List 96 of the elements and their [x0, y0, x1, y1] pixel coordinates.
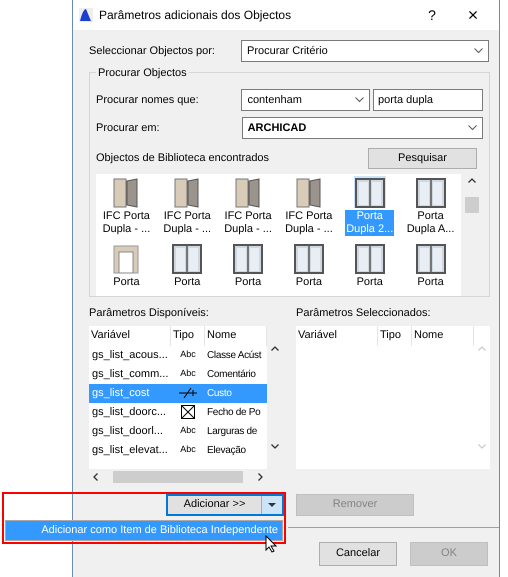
door-frame-icon [113, 244, 140, 274]
variable-cell-text: gs_list_cost [91, 386, 150, 401]
table-row[interactable]: gs_list_doorl... Abc Larguras de [89, 422, 267, 440]
section-label: Parâmetros Disponíveis: [89, 306, 210, 321]
field-label: Procurar nomes que: [96, 92, 200, 108]
object-label: IFC Porta Dupla - ... [102, 210, 152, 236]
object-label: IFC Porta Dupla - ... [284, 210, 334, 236]
scroll-left-icon [93, 473, 98, 481]
library-object[interactable]: IFC Porta Dupla - ... [96, 176, 157, 242]
help-button[interactable]: ? [417, 4, 447, 26]
library-object[interactable]: IFC Porta Dupla - ... [156, 176, 218, 242]
scroll-thumb[interactable] [465, 197, 479, 213]
vertical-scrollbar[interactable] [474, 326, 490, 468]
match-mode-dropdown[interactable]: contenham [241, 89, 370, 111]
variable-cell-text: gs_list_comm... [91, 366, 170, 382]
door-icon [113, 178, 140, 208]
window-title: Parâmetros adicionais dos Objectos [99, 7, 292, 24]
name-cell-text: Larguras de [206, 424, 258, 438]
variable-cell-text: gs_list_elevat... [91, 442, 169, 458]
object-label: Porta [416, 276, 445, 289]
object-label: Porta Dupla A... [406, 210, 456, 236]
object-label: Porta Dupla 2... [345, 210, 394, 236]
search-button[interactable]: Pesquisar [368, 148, 477, 168]
scroll-up-icon [468, 178, 476, 183]
scroll-up-icon [271, 346, 279, 350]
scroll-thumb[interactable] [113, 471, 243, 483]
glass-door-icon [294, 244, 324, 274]
column-header[interactable]: Variável [89, 326, 171, 346]
library-object[interactable]: Porta [96, 242, 157, 296]
library-object[interactable]: Porta [339, 242, 400, 296]
glass-door-icon [354, 178, 385, 208]
object-label: IFC Porta Dupla - ... [162, 210, 212, 236]
text-type-label: Abc [180, 424, 196, 438]
chevron-down-icon [355, 97, 364, 103]
name-search-field[interactable]: porta dupla [373, 89, 483, 111]
app-logo-icon [79, 8, 93, 22]
add-split-button[interactable]: Adicionar >> [166, 494, 284, 516]
object-label: Porta [356, 276, 384, 289]
text-type-label: Abc [180, 443, 196, 456]
glass-door-icon [416, 178, 446, 208]
library-object[interactable]: Porta [400, 242, 461, 296]
scroll-up-icon [478, 346, 486, 350]
library-object[interactable]: Porta [278, 242, 340, 296]
dropdown-toggle[interactable] [262, 496, 282, 514]
library-object[interactable]: Porta [156, 242, 218, 296]
object-label: Porta [234, 276, 262, 289]
door-icon [174, 178, 200, 208]
section-label: Objectos de Biblioteca encontrados [96, 150, 270, 166]
door-icon [296, 178, 322, 208]
table-row[interactable]: gs_list_elevat... Abc Elevação [89, 440, 267, 460]
name-cell-text: Custo [206, 386, 233, 400]
object-label: IFC Porta Dupla - ... [223, 210, 273, 236]
dimension-type-icon [178, 387, 198, 399]
door-icon [235, 178, 262, 208]
text-type-label: Abc [180, 367, 196, 380]
library-object[interactable]: Porta [218, 242, 278, 296]
variable-cell-text: gs_list_doorl... [91, 424, 164, 439]
chevron-down-icon [468, 125, 477, 131]
glass-door-icon [354, 244, 385, 274]
scroll-down-icon [271, 444, 279, 448]
column-header[interactable]: Variável [296, 326, 378, 346]
variable-cell-text: gs_list_acous... [91, 348, 169, 363]
dialog-button[interactable]: Cancelar [319, 542, 397, 566]
table-row[interactable]: gs_list_doorc... Fecho de Po [89, 402, 267, 422]
glass-door-icon [172, 244, 202, 274]
search-in-dropdown[interactable]: ARCHICAD [242, 117, 483, 139]
name-cell-text: Elevação [206, 444, 247, 458]
table-row[interactable]: gs_list_comm... Abc Comentário [89, 364, 267, 384]
scroll-right-icon [258, 473, 263, 481]
glass-door-icon [416, 244, 446, 274]
chevron-down-icon [474, 48, 483, 54]
checkbox-type-icon [181, 405, 195, 419]
field-label: Procurar em: [96, 120, 161, 136]
add-button-label: Adicionar >> [168, 496, 262, 514]
section-label: Parâmetros Seleccionados: [296, 306, 432, 321]
object-label: Porta [112, 276, 141, 289]
group-title: Procurar Objectos [96, 65, 189, 82]
field-label: Seleccionar Objectos por: [89, 44, 216, 59]
name-cell-text: Fecho de Po [206, 406, 262, 420]
column-header[interactable]: Tipo [378, 326, 412, 346]
column-header[interactable]: Tipo [171, 326, 205, 346]
name-cell-text: Classe Acúst [206, 348, 262, 362]
scroll-down-icon [478, 444, 486, 448]
object-label: Porta [294, 276, 324, 289]
variable-cell-text: gs_list_doorc... [91, 404, 167, 420]
select-by-dropdown[interactable]: Procurar Critério [241, 40, 489, 62]
object-label: Porta [173, 276, 202, 289]
library-object[interactable]: IFC Porta Dupla - ... [218, 176, 278, 242]
library-object[interactable]: IFC Porta Dupla - ... [278, 176, 340, 242]
name-cell-text: Comentário [206, 368, 257, 382]
table-row[interactable]: gs_list_acous... Abc Classe Acúst [89, 346, 267, 364]
library-object[interactable]: Porta Dupla A... [400, 176, 461, 242]
glass-door-icon [233, 244, 264, 274]
close-button[interactable]: × [453, 2, 493, 28]
caret-icon [268, 502, 276, 506]
text-type-label: Abc [180, 348, 196, 362]
